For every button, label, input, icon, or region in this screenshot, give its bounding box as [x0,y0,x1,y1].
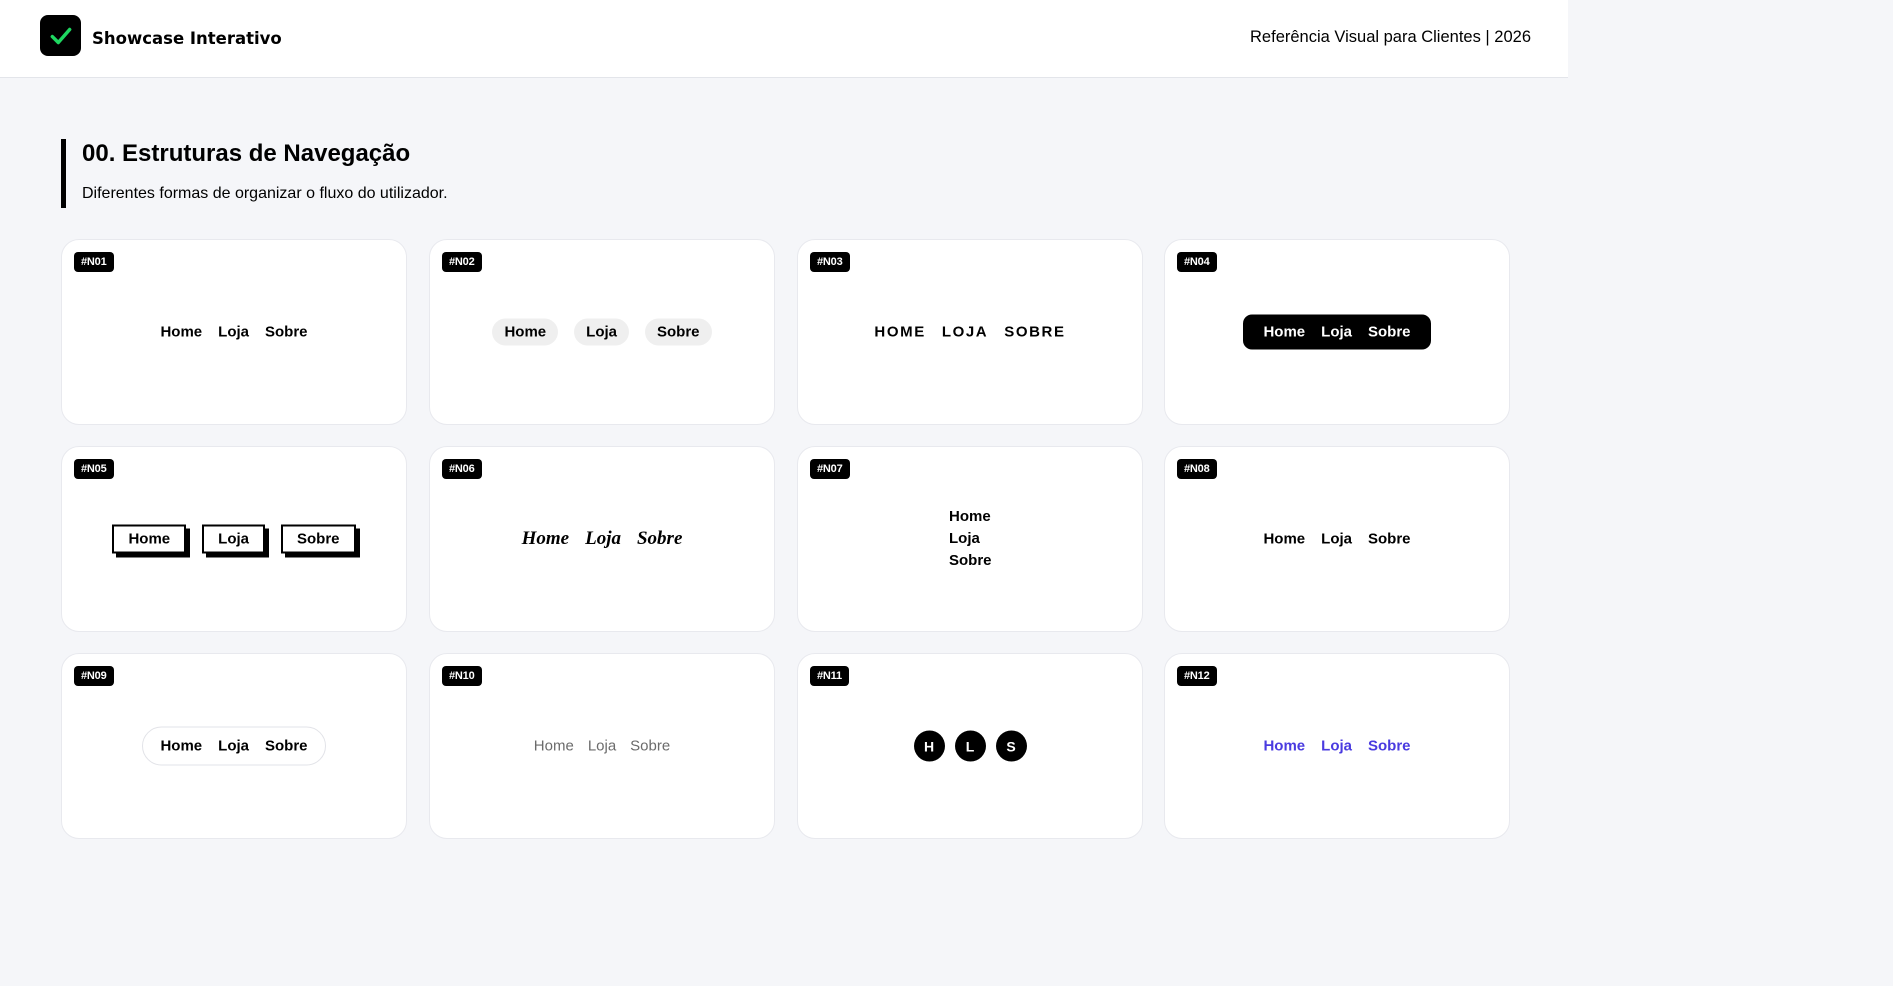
logo [40,15,81,56]
nav-light: Home Loja Sobre [430,738,774,755]
nav-card-n07: #N07 Home Loja Sobre [797,446,1143,632]
nav-card-n03: #N03 Home Loja Sobre [797,239,1143,425]
nav-card-n12: #N12 Home Loja Sobre [1164,653,1510,839]
nav-link-loja[interactable]: Loja [1321,324,1352,341]
nav-link-home[interactable]: Home [492,318,559,346]
nav-link-home[interactable]: Home [534,738,574,755]
section-subtitle: Diferentes formas de organizar o fluxo d… [82,185,448,202]
nav-link-loja[interactable]: Loja [588,738,616,755]
nav-outline-container: Home Loja Sobre [142,726,326,766]
nav-link-sobre[interactable]: Sobre [1368,531,1411,548]
nav-link-sobre[interactable]: Sobre [265,324,308,341]
nav-link-home[interactable]: Home [1263,738,1305,755]
nav-circle-loja[interactable]: L [954,730,986,762]
nav-link-sobre[interactable]: Sobre [1004,324,1065,341]
nav-card-n10: #N10 Home Loja Sobre [429,653,775,839]
nav-link-sobre[interactable]: Sobre [949,550,992,572]
nav-link-loja[interactable]: Loja [574,318,629,346]
nav-link-sobre[interactable]: Sobre [1368,324,1411,341]
nav-card-n05: #N05 Home Loja Sobre [61,446,407,632]
nav-circle-home[interactable]: H [913,730,945,762]
nav-link-loja[interactable]: Loja [949,528,980,550]
top-bar: Showcase Interativo Referência Visual pa… [0,0,1568,78]
nav-link-sobre[interactable]: Sobre [281,524,356,554]
section-header: 00. Estruturas de Navegação Diferentes f… [61,139,448,208]
nav-colored: Home Loja Sobre [1165,738,1509,755]
nav-link-home[interactable]: Home [1263,531,1305,548]
nav-link-home[interactable]: Home [160,738,202,755]
nav-dark-container: Home Loja Sobre [1243,314,1431,350]
nav-link-home[interactable]: Home [160,324,202,341]
card-badge: #N12 [1177,666,1217,686]
card-badge: #N02 [442,252,482,272]
card-badge: #N08 [1177,459,1217,479]
nav-link-sobre[interactable]: Sobre [265,738,308,755]
nav-card-n11: #N11 H L S [797,653,1143,839]
nav-link-home[interactable]: Home [949,506,991,528]
nav-dark-bar: Home Loja Sobre [1165,314,1509,350]
card-badge: #N03 [810,252,850,272]
nav-pills: Home Loja Sobre [430,318,774,346]
nav-link-loja[interactable]: Loja [1321,738,1352,755]
brand-title: Showcase Interativo [92,29,282,48]
nav-card-n08: #N08 Home Loja Sobre [1164,446,1510,632]
nav-link-loja[interactable]: Loja [1321,531,1352,548]
nav-serif-italic: Home Loja Sobre [430,528,774,550]
nav-link-loja[interactable]: Loja [942,324,988,341]
nav-outlined-pill: Home Loja Sobre [62,726,406,766]
card-badge: #N04 [1177,252,1217,272]
section-title: 00. Estruturas de Navegação [82,140,411,167]
nav-card-n01: #N01 Home Loja Sobre [61,239,407,425]
nav-link-sobre[interactable]: Sobre [637,528,682,550]
card-badge: #N01 [74,252,114,272]
nav-plain: Home Loja Sobre [62,324,406,341]
card-badge: #N06 [442,459,482,479]
nav-link-loja[interactable]: Loja [218,324,249,341]
nav-link-loja[interactable]: Loja [585,528,621,550]
nav-link-loja[interactable]: Loja [218,738,249,755]
check-icon [50,27,71,44]
nav-simple: Home Loja Sobre [1165,531,1509,548]
card-badge: #N07 [810,459,850,479]
card-badge: #N05 [74,459,114,479]
nav-card-n09: #N09 Home Loja Sobre [61,653,407,839]
card-badge: #N10 [442,666,482,686]
card-badge: #N11 [810,666,849,686]
nav-circles: H L S [798,730,1142,762]
reference-text: Referência Visual para Clientes | 2026 [1250,28,1531,46]
nav-link-sobre[interactable]: Sobre [645,318,712,346]
nav-link-loja[interactable]: Loja [202,524,265,554]
nav-vertical: Home Loja Sobre [949,506,992,572]
nav-link-home[interactable]: Home [522,528,570,550]
nav-card-n04: #N04 Home Loja Sobre [1164,239,1510,425]
nav-link-home[interactable]: Home [874,324,925,341]
nav-brutalist: Home Loja Sobre [62,524,406,554]
nav-card-n06: #N06 Home Loja Sobre [429,446,775,632]
nav-circle-sobre[interactable]: S [995,730,1027,762]
nav-uppercase: Home Loja Sobre [798,324,1142,341]
nav-link-home[interactable]: Home [1263,324,1305,341]
nav-card-n02: #N02 Home Loja Sobre [429,239,775,425]
nav-link-home[interactable]: Home [112,524,187,554]
nav-link-sobre[interactable]: Sobre [1368,738,1411,755]
card-badge: #N09 [74,666,114,686]
nav-link-sobre[interactable]: Sobre [630,738,670,755]
